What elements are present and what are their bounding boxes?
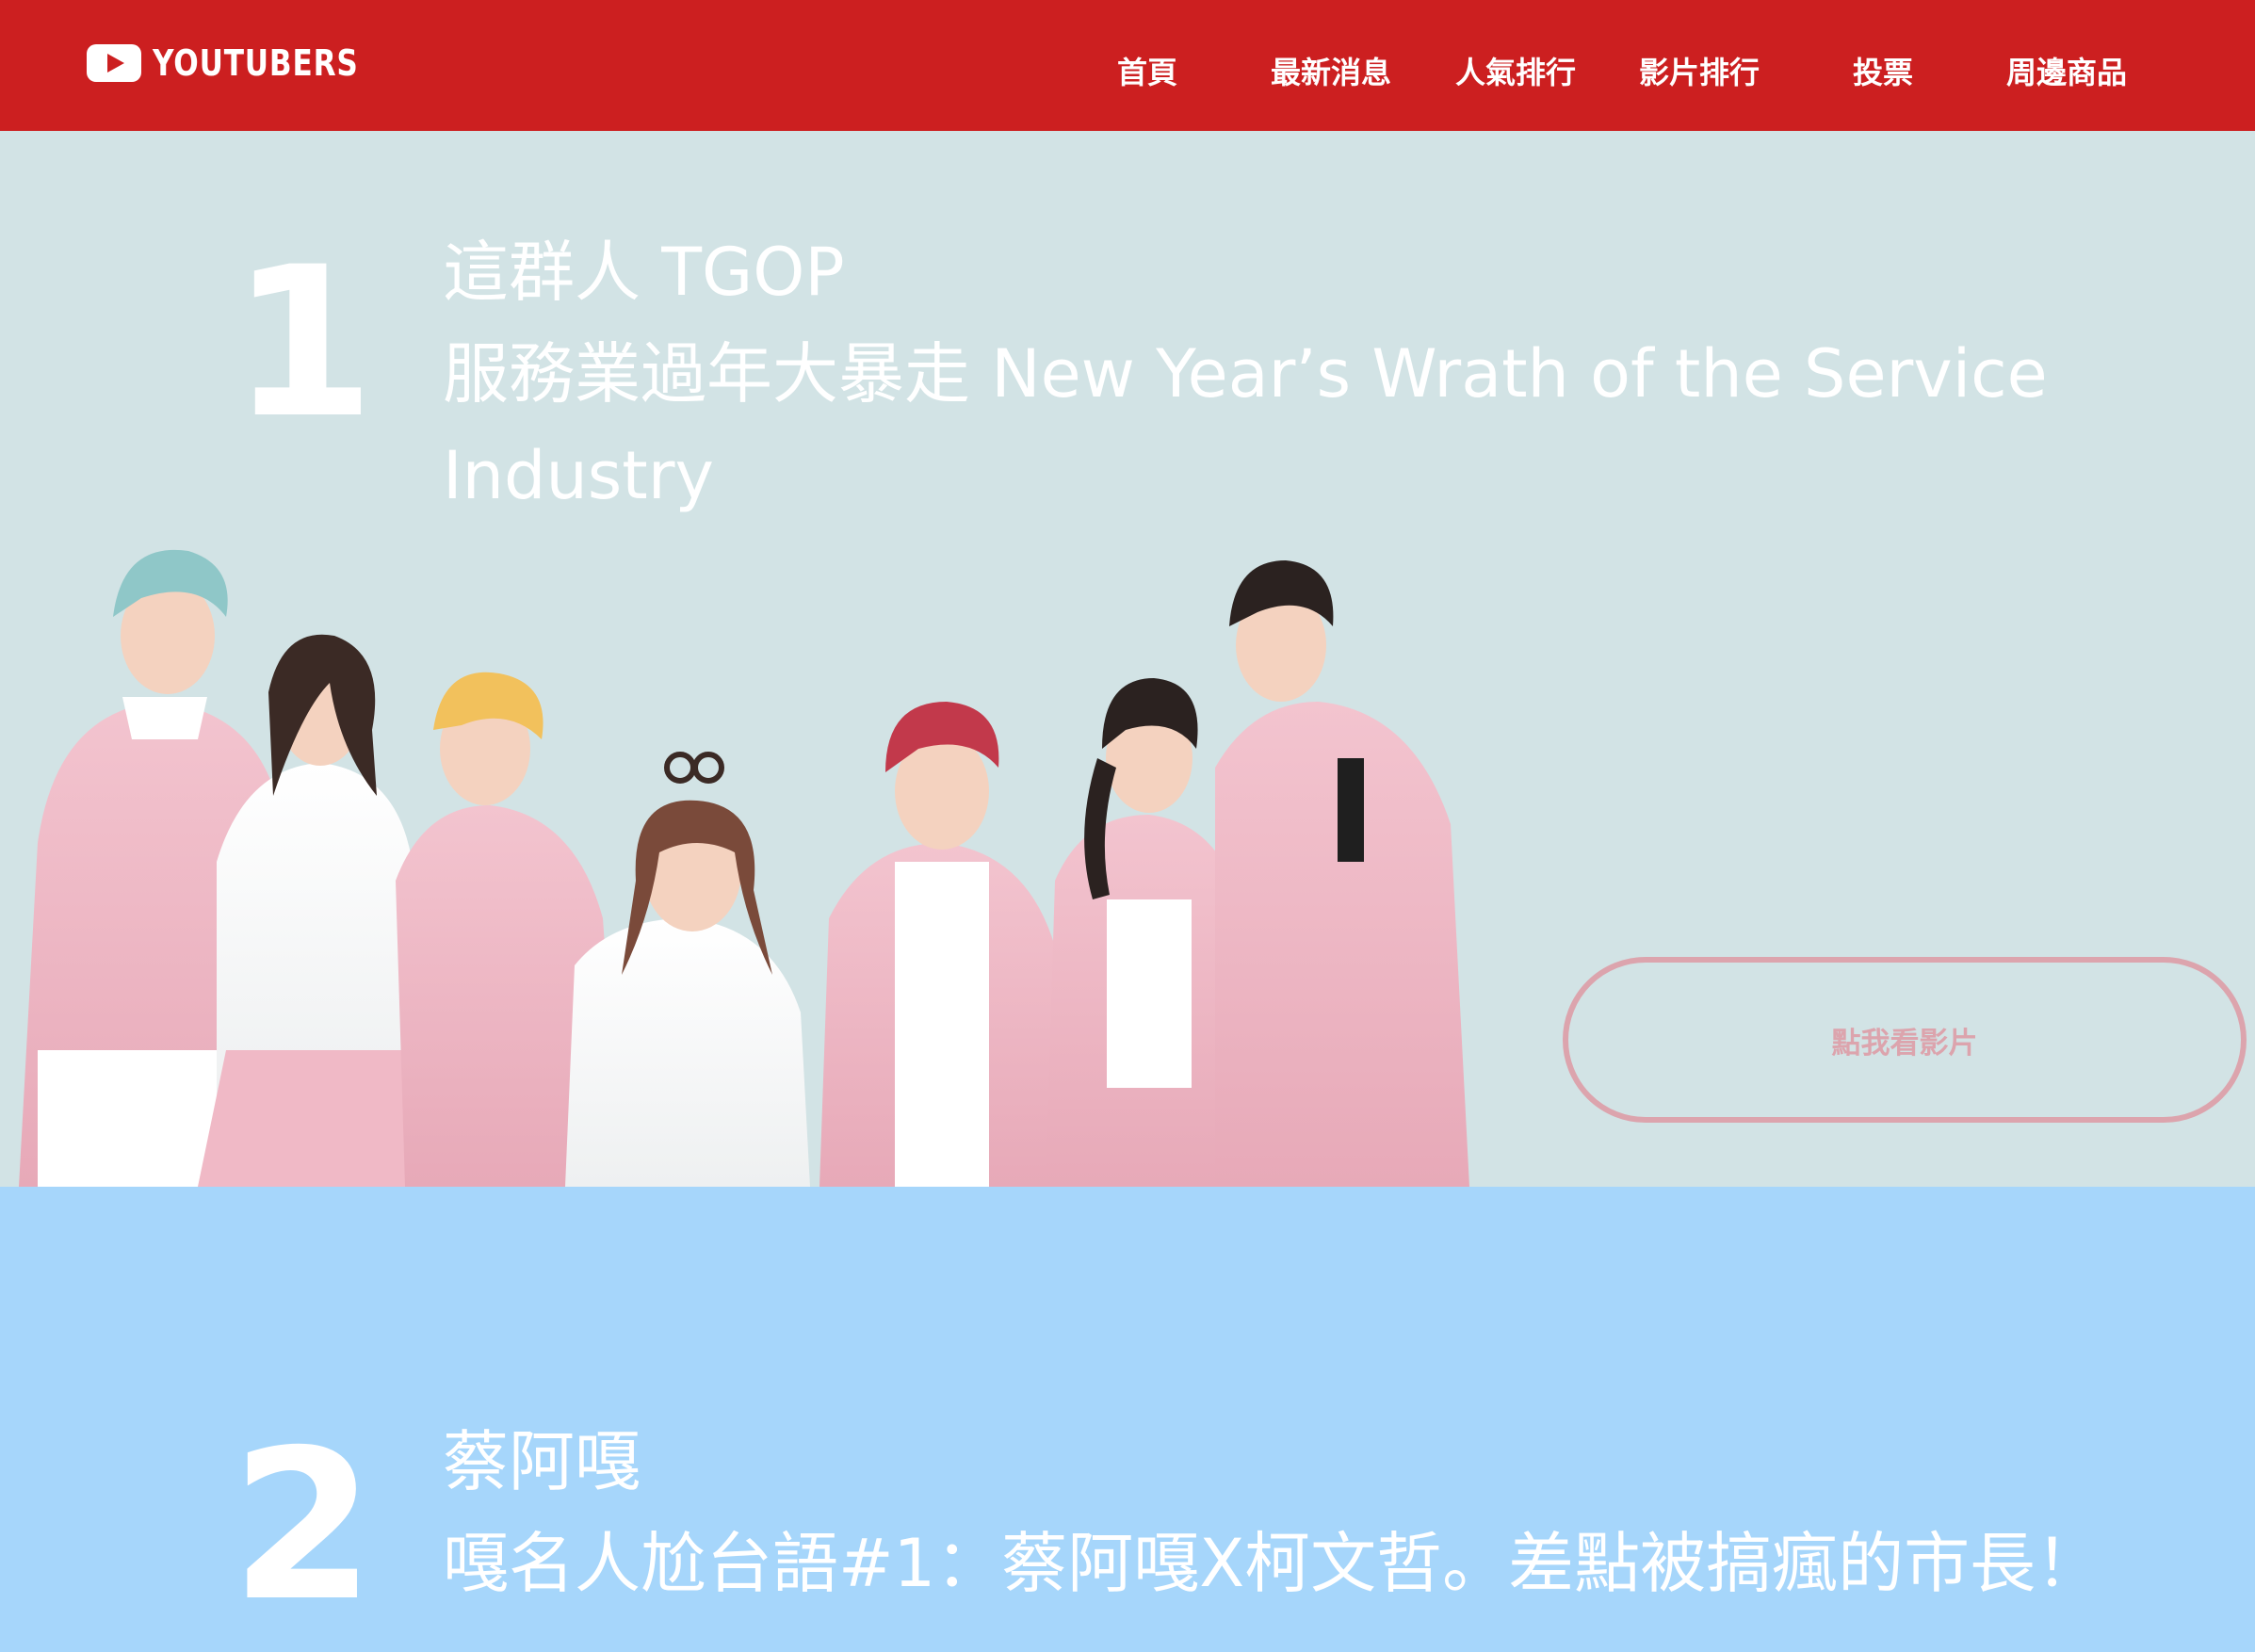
channel-name: 蔡阿嘎 xyxy=(443,1423,641,1500)
channel-name: 這群人 TGOP xyxy=(443,234,845,311)
nav-merchandise[interactable]: 周邊商品 xyxy=(2006,49,2127,92)
logo-text: YOUTUBERS xyxy=(153,42,359,84)
top-navbar: YOUTUBERS 首頁 最新消息 人氣排行 影片排行 投票 周邊商品 xyxy=(0,0,2255,131)
video-title-line-2: Industry xyxy=(443,437,714,514)
rank-number: 2 xyxy=(231,1405,376,1646)
person-figure xyxy=(565,752,810,1187)
group-photo xyxy=(19,549,1469,1187)
video-title-line-1: 嘎名人尬台語#1：蔡阿嘎X柯文哲。差點被搞瘋的市長！ xyxy=(443,1525,2102,1602)
nav-news[interactable]: 最新消息 xyxy=(1271,49,1391,92)
site-logo[interactable]: YOUTUBERS xyxy=(87,41,404,85)
nav-home[interactable]: 首頁 xyxy=(1117,49,1177,92)
watch-video-button[interactable]: 點我看影片 xyxy=(1563,957,2247,1123)
nav-vote[interactable]: 投票 xyxy=(1853,49,1913,92)
rank-number: 1 xyxy=(231,222,376,463)
nav-video-ranking[interactable]: 影片排行 xyxy=(1639,49,1760,92)
person-figure xyxy=(819,702,1074,1187)
nav-popularity-ranking[interactable]: 人氣排行 xyxy=(1455,49,1576,92)
ranking-card-2: 2 蔡阿嘎 嘎名人尬台語#1：蔡阿嘎X柯文哲。差點被搞瘋的市長！ xyxy=(0,1187,2255,1652)
youtube-play-icon xyxy=(87,44,141,82)
video-title-line-1: 服務業過年大暴走 New Year’s Wrath of the Service xyxy=(443,335,2048,413)
person-figure xyxy=(1215,560,1469,1187)
